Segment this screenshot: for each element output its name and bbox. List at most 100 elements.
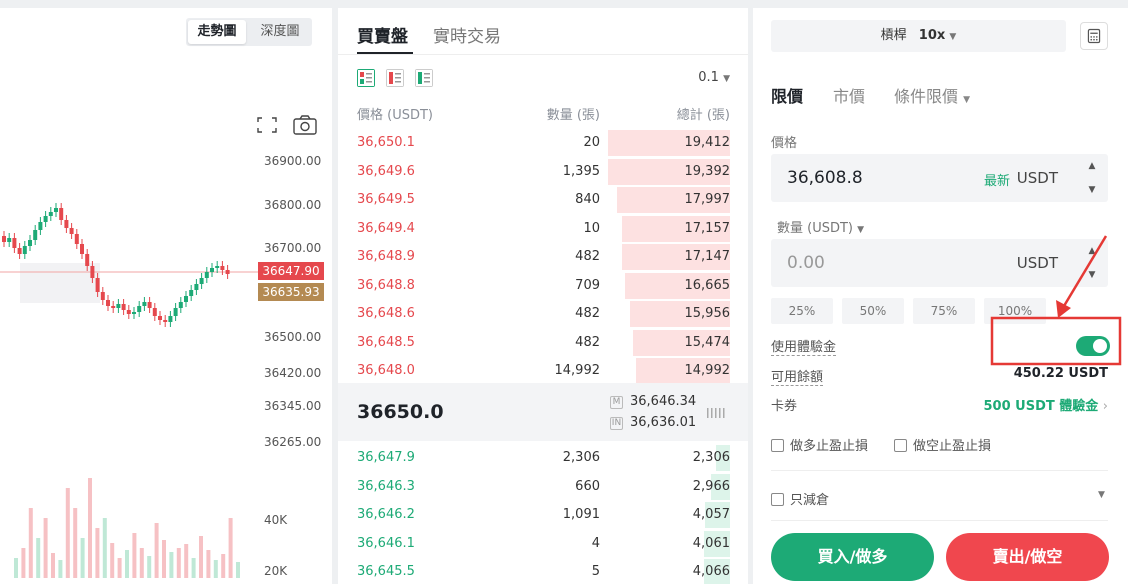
last-price-bar: 36650.0 M 36,646.34 IN 36,636.01 [338,383,748,441]
more-bars-icon[interactable] [707,408,725,418]
book-layout-bids-icon[interactable] [415,69,433,87]
checkbox-icon [771,493,784,506]
price-axis-tick: 36500.00 [264,330,322,344]
fullscreen-icon[interactable] [254,114,280,136]
row-qty: 709 [575,277,600,293]
chart-view-switch: 走勢圖 深度圖 [186,18,312,46]
percent-50-button[interactable]: 50% [842,298,904,324]
row-qty: 1,395 [562,163,600,179]
decrement-icon[interactable]: ▼ [1076,178,1108,202]
camera-icon[interactable] [292,114,318,136]
bonus-label-text: 使用體驗金 [771,340,837,356]
trade-panel: 槓桿 10x ▼ 限價 市價 條件限價 ▼ 價格 36,608.8 最新 USD… [753,8,1128,584]
tab-limit[interactable]: 限價 [771,83,803,107]
chevron-down-icon[interactable]: ▼ [1098,490,1105,500]
row-total: 4,057 [692,507,730,522]
col-header-qty: 數量 (張) [546,108,600,123]
price-axis-tick: 36900.00 [264,154,322,168]
chevron-down-icon: ▼ [857,225,865,235]
tab-depth-chart[interactable]: 深度圖 [250,20,310,44]
row-qty: 482 [575,249,600,264]
bonus-toggle[interactable] [1076,336,1110,356]
checkbox-icon [771,439,784,452]
bid-row[interactable]: 36,645.5 5 4,066 [338,558,748,584]
coupon-link[interactable]: 500 USDT 體驗金 › [983,395,1108,414]
mark-price-tag: 36635.93 [258,283,324,301]
percent-100-button[interactable]: 100% [984,298,1046,324]
tab-recent-trades[interactable]: 實時交易 [433,22,501,47]
qty-label: 數量 (USDT) [777,221,853,236]
ask-row[interactable]: 36,649.4 10 17,157 [338,215,748,243]
tab-conditional-limit[interactable]: 條件限價 ▼ [894,83,970,107]
row-total: 4,066 [692,564,730,579]
row-price: 36,648.0 [357,363,415,378]
ask-row[interactable]: 36,648.0 14,992 14,992 [338,357,748,385]
row-qty: 1,091 [562,507,600,522]
tab-trend-chart[interactable]: 走勢圖 [188,20,246,44]
row-qty: 840 [575,192,600,207]
precision-value: 0.1 [698,70,719,85]
last-price-tag: 36647.90 [258,262,324,280]
price-axis-tick: 36265.00 [264,435,322,449]
book-layout-asks-icon[interactable] [386,69,404,87]
book-layout-both-icon[interactable] [357,69,375,87]
leverage-label: 槓桿 [880,28,907,43]
ask-row[interactable]: 36,649.5 840 17,997 [338,186,748,214]
price-axis-tick: 36420.00 [264,366,322,380]
row-price: 36,649.4 [357,220,415,236]
toggle-knob [1093,339,1107,353]
increment-icon[interactable]: ▲ [1076,154,1108,178]
row-price: 36,648.8 [357,277,415,293]
percent-25-button[interactable]: 25% [771,298,833,324]
divider [338,54,748,55]
ask-row[interactable]: 36,649.6 1,395 19,392 [338,158,748,186]
price-axis-tick: 36345.00 [264,399,322,413]
row-qty: 5 [591,564,600,579]
available-balance: 450.22 USDT [1013,366,1108,381]
bid-row[interactable]: 36,646.3 660 2,966 [338,473,748,501]
bid-row[interactable]: 36,647.9 2,306 2,306 [338,444,748,472]
buy-long-button[interactable]: 買入/做多 [771,533,934,581]
ask-row[interactable]: 36,648.9 482 17,147 [338,243,748,271]
sell-short-button[interactable]: 賣出/做空 [946,533,1109,581]
short-tpsl-checkbox[interactable]: 做空止盈止損 [894,435,991,454]
tab-market[interactable]: 市價 [833,83,865,107]
qty-unit: USDT [1016,254,1058,272]
mark-price: 36,646.34 [630,394,697,409]
col-header-total: 總計 (張) [676,108,730,123]
long-tpsl-checkbox[interactable]: 做多止盈止損 [771,435,868,454]
latest-price-button[interactable]: 最新 [984,170,1010,189]
available-label: 可用餘額 [771,366,824,386]
calculator-icon[interactable] [1080,22,1108,50]
price-input[interactable]: 36,608.8 最新 USDT ▲ ▼ [771,154,1108,202]
row-qty: 2,306 [562,450,600,465]
row-total: 4,061 [692,535,730,551]
row-price: 36,646.1 [357,535,415,551]
bid-row[interactable]: 36,646.1 4 4,061 [338,530,748,558]
percent-75-button[interactable]: 75% [913,298,975,324]
increment-icon[interactable]: ▲ [1076,239,1108,263]
bid-row[interactable]: 36,646.2 1,091 4,057 [338,501,748,529]
col-header-price: 價格 (USDT) [357,108,433,123]
qty-stepper: ▲ ▼ [1076,239,1108,287]
reduce-only-checkbox[interactable]: 只減倉 [771,489,829,508]
qty-unit-select[interactable]: 數量 (USDT) ▼ [777,217,864,236]
volume-axis-tick: 20K [264,564,288,578]
ask-row[interactable]: 36,648.6 482 15,956 [338,300,748,328]
qty-input[interactable]: 0.00 USDT ▲ ▼ [771,239,1108,287]
row-qty: 14,992 [554,363,601,378]
ask-row[interactable]: 36,650.1 20 19,412 [338,129,748,157]
index-price-badge: IN [610,417,623,430]
mark-price-badge: M [610,396,623,409]
ask-row[interactable]: 36,648.8 709 16,665 [338,272,748,300]
divider [771,520,1108,521]
row-price: 36,648.9 [357,249,415,264]
chevron-down-icon: ▼ [963,95,971,105]
precision-select[interactable]: 0.1 ▼ [698,70,730,85]
ask-row[interactable]: 36,648.5 482 15,474 [338,329,748,357]
short-tpsl-label: 做空止盈止損 [913,439,992,454]
tab-order-book[interactable]: 買賣盤 [357,22,408,47]
row-total: 17,997 [684,192,731,207]
leverage-select[interactable]: 槓桿 10x ▼ [771,20,1066,52]
decrement-icon[interactable]: ▼ [1076,263,1108,287]
